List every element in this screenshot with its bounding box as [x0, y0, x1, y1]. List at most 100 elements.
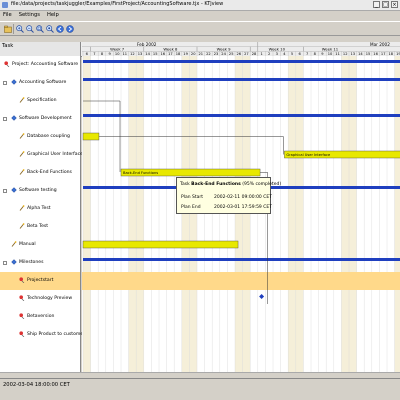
timeline-header: Feb 2002 Mar 2002 Week 7 Week 8 Week 9 Week 1… — [82, 42, 400, 56]
week-label: Week 10 — [269, 46, 286, 51]
menu-file[interactable]: File — [3, 11, 12, 20]
task-label: Specification — [27, 98, 57, 103]
task-icon — [19, 151, 25, 157]
task-icon — [19, 133, 25, 139]
app-icon — [2, 2, 8, 8]
task-row[interactable]: Specification — [0, 92, 80, 110]
menu-settings[interactable]: Settings — [19, 11, 40, 20]
group-bar[interactable] — [83, 60, 400, 63]
month-label: Feb 2002 — [137, 42, 157, 47]
week-label: Week 7 — [110, 46, 125, 51]
task-row[interactable]: Alpha Test — [0, 200, 80, 218]
weekend-column — [242, 56, 251, 372]
task-label: Manual — [19, 242, 36, 247]
minimize-button[interactable]: _ — [373, 1, 380, 8]
task-label: Accounting Software — [19, 80, 67, 85]
open-file-icon[interactable] — [4, 25, 12, 33]
task-label: Database coupling — [27, 134, 70, 139]
weekend-column — [128, 56, 137, 372]
menu-help[interactable]: Help — [47, 11, 59, 20]
task-icon — [19, 205, 25, 211]
app-window: file:/data/projects/taskjuggler/Examples… — [0, 0, 400, 400]
window-title: file:/data/projects/taskjuggler/Examples… — [11, 1, 224, 7]
task-label: Graphical User Interface — [27, 152, 83, 157]
zoom-in-icon[interactable] — [16, 25, 24, 33]
task-icon — [19, 223, 25, 229]
manual-bar[interactable] — [82, 240, 239, 249]
tooltip-plan-end-label: Plan End — [181, 205, 201, 210]
task-row[interactable]: Projectstart — [0, 272, 80, 290]
pin-icon — [19, 277, 25, 284]
task-icon — [19, 169, 25, 175]
title-bar: file:/data/projects/taskjuggler/Examples… — [0, 0, 400, 11]
weekend-column — [288, 56, 296, 372]
task-row[interactable]: Software testing — [0, 182, 80, 200]
column-header-row: Task Feb 2002 Mar 2002 Week 7 Week 8 Week 9 W… — [0, 42, 400, 57]
zoom-fit-icon[interactable] — [36, 25, 44, 33]
week-label: Week 9 — [217, 46, 232, 51]
weekend-column — [394, 56, 400, 372]
task-row[interactable]: Back-End Functions — [0, 164, 80, 182]
expand-toggle[interactable] — [3, 81, 7, 85]
group-icon — [11, 187, 17, 193]
tooltip-plan-start-value: 2002-02-11 09:00:00 CET — [214, 195, 272, 200]
week-label: Week 8 — [163, 46, 178, 51]
month-label: Mar 2002 — [370, 42, 390, 47]
pin-icon — [19, 331, 25, 338]
zoom-reset-icon[interactable] — [46, 25, 54, 33]
task-label: Ship Product to customer — [27, 332, 86, 337]
task-row[interactable]: Project: Accounting Software — [0, 56, 80, 74]
tooltip-plan-end-value: 2002-03-01 17:59:59 CET — [214, 205, 272, 210]
task-row[interactable]: Software Development — [0, 110, 80, 128]
group-bar[interactable] — [83, 78, 400, 81]
menu-bar: File Settings Help — [0, 11, 400, 20]
pin-icon — [4, 61, 10, 68]
task-row[interactable]: Ship Product to customer — [0, 326, 85, 344]
back-icon[interactable] — [56, 25, 64, 33]
task-row[interactable]: Technology Preview — [0, 290, 80, 308]
weekend-column — [136, 56, 144, 372]
status-bar: 2002-03-04 18:00:00 CET — [0, 378, 400, 393]
tooltip-plan-start-label: Plan Start — [181, 195, 203, 200]
expand-toggle[interactable] — [3, 261, 7, 265]
task-label: Back-End Functions — [27, 170, 72, 175]
task-column-header[interactable]: Task — [0, 42, 81, 56]
zoom-out-icon[interactable] — [26, 25, 34, 33]
task-row[interactable]: Accounting Software — [0, 74, 80, 92]
task-row[interactable]: Milestones — [0, 254, 80, 272]
maximize-button[interactable]: □ — [382, 1, 389, 8]
weekend-column — [235, 56, 243, 372]
weekend-column — [181, 56, 190, 372]
task-icon — [11, 241, 17, 247]
milestone-marker[interactable] — [259, 294, 265, 299]
tooltip-task-name: Back-End Functions — [191, 182, 241, 187]
task-label: Software Development — [19, 116, 72, 121]
task-row[interactable]: Manual — [0, 236, 80, 254]
group-bar[interactable] — [83, 258, 400, 261]
group-icon — [11, 259, 17, 265]
task-label: Technology Preview — [27, 296, 73, 301]
group-bar[interactable] — [83, 114, 400, 117]
close-button[interactable]: × — [391, 1, 398, 8]
pin-icon — [19, 313, 25, 320]
task-tree: Project: Accounting Software Accounting S… — [0, 56, 85, 372]
tooltip-title: Task Back-End Functions (95% completed) — [180, 182, 281, 187]
task-row[interactable]: Betaversion — [0, 308, 80, 326]
database-coupling-bar[interactable] — [82, 132, 100, 141]
weekend-column — [295, 56, 304, 372]
task-label: Beta Test — [27, 224, 49, 229]
expand-toggle[interactable] — [3, 189, 7, 193]
task-label: Software testing — [19, 188, 57, 193]
task-row[interactable]: Database coupling — [0, 128, 80, 146]
tooltip-progress: (95% completed) — [242, 182, 282, 187]
task-icon — [19, 97, 25, 103]
selected-row-highlight — [82, 272, 400, 290]
weekend-column — [189, 56, 197, 372]
task-row[interactable]: Beta Test — [0, 218, 80, 236]
forward-icon[interactable] — [66, 25, 74, 33]
task-row[interactable]: Graphical User Interface — [0, 146, 83, 164]
expand-toggle[interactable] — [3, 117, 7, 121]
task-label: Milestones — [19, 260, 44, 265]
gantt-canvas: Graphical User Interface Back-End Functio… — [82, 56, 400, 372]
tooltip-prefix: Task — [180, 182, 190, 187]
